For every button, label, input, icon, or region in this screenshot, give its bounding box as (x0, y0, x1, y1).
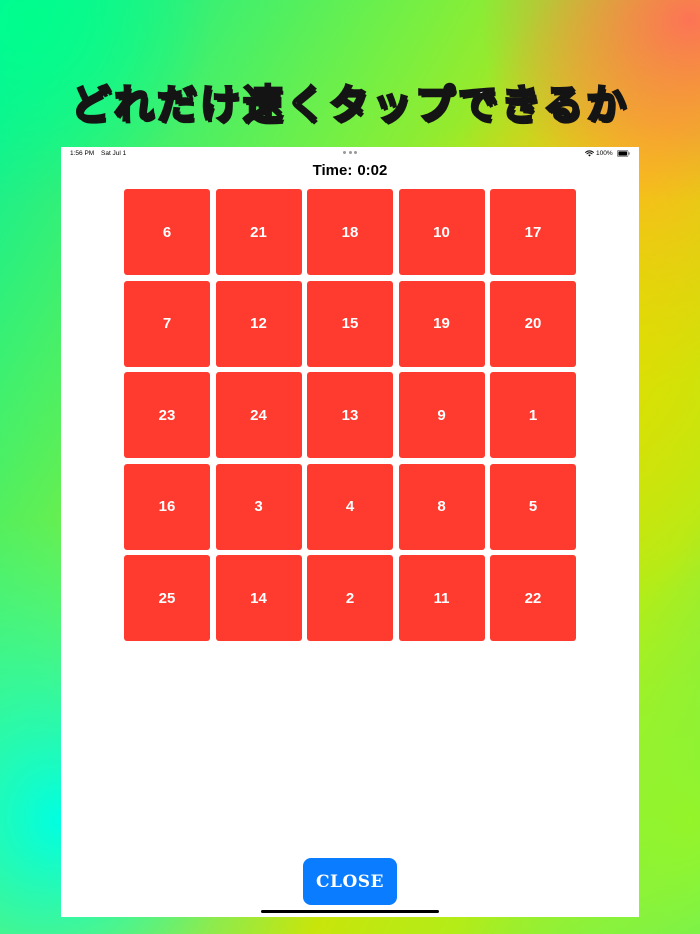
app-screen: 1:56 PM Sat Jul 1 100% Time: 0:02 6 21 18… (61, 147, 639, 917)
multitasking-dots-icon[interactable] (343, 151, 357, 154)
number-tile[interactable]: 7 (124, 280, 210, 367)
number-tile[interactable]: 6 (124, 189, 210, 275)
battery-icon (617, 150, 630, 157)
timer-value: 0:02 (357, 162, 388, 179)
number-tile[interactable]: 21 (215, 189, 302, 275)
number-tile[interactable]: 13 (307, 372, 393, 458)
number-tile[interactable]: 16 (124, 463, 210, 550)
number-tile[interactable]: 17 (490, 189, 576, 275)
timer-display: Time: 0:02 (61, 162, 639, 179)
timer-label: Time: (312, 162, 353, 179)
number-tile[interactable]: 4 (307, 463, 393, 550)
battery-percentage: 100% (596, 150, 613, 157)
number-tile[interactable]: 15 (307, 280, 393, 367)
close-button[interactable]: CLOSE (303, 858, 397, 905)
status-bar: 1:56 PM Sat Jul 1 100% (61, 147, 639, 161)
number-tile[interactable]: 23 (124, 372, 210, 458)
number-tile[interactable]: 1 (490, 372, 576, 458)
status-date: Sat Jul 1 (101, 150, 127, 157)
number-tile[interactable]: 18 (307, 189, 393, 275)
status-time: 1:56 PM (70, 150, 95, 157)
number-tile[interactable]: 3 (215, 463, 302, 550)
number-tile[interactable]: 9 (398, 372, 485, 458)
number-tile-grid: 6 21 18 10 17 7 12 15 19 20 23 24 13 9 1… (124, 189, 577, 642)
number-tile[interactable]: 14 (215, 555, 302, 641)
number-tile[interactable]: 20 (490, 280, 576, 367)
number-tile[interactable]: 19 (398, 280, 485, 367)
number-tile[interactable]: 22 (490, 555, 576, 641)
home-indicator[interactable] (261, 910, 439, 913)
number-tile[interactable]: 24 (215, 372, 302, 458)
wifi-icon (585, 150, 594, 157)
number-tile[interactable]: 10 (398, 189, 485, 275)
number-tile[interactable]: 12 (215, 280, 302, 367)
number-tile[interactable]: 2 (307, 555, 393, 641)
promo-title: どれだけ速くタップできるか (70, 81, 630, 130)
number-tile[interactable]: 11 (398, 555, 485, 641)
number-tile[interactable]: 5 (490, 463, 576, 550)
number-tile[interactable]: 25 (124, 555, 210, 641)
number-tile[interactable]: 8 (398, 463, 485, 550)
